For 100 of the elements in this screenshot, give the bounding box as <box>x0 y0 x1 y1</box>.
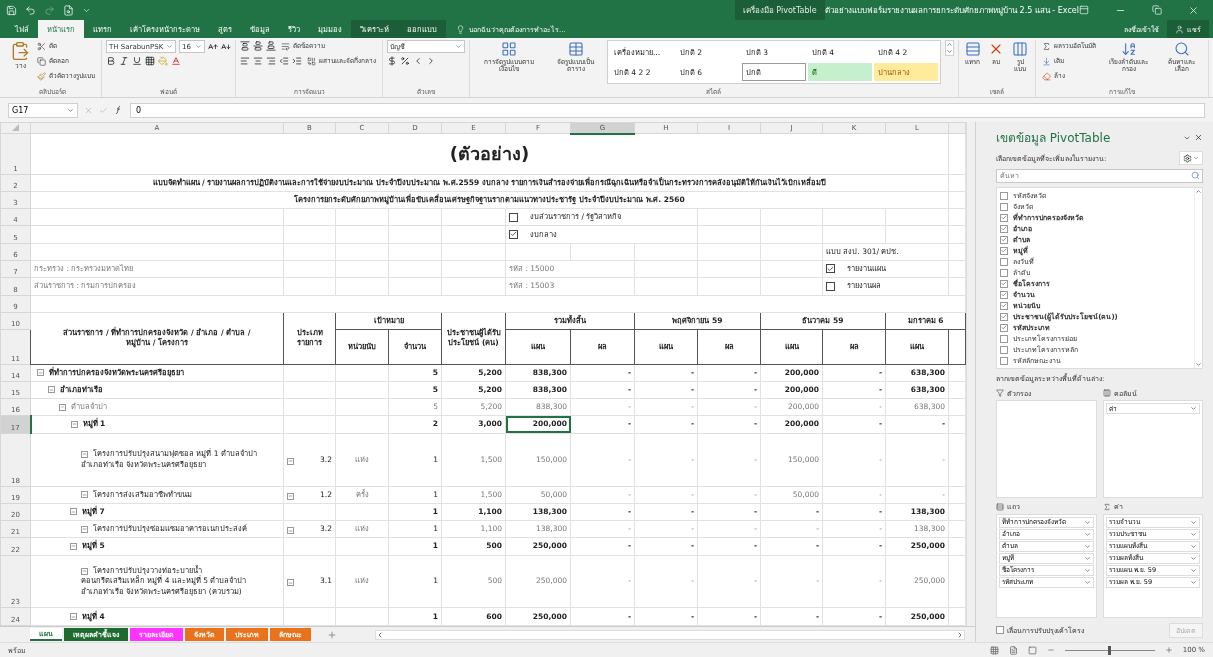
percent-icon[interactable] <box>400 56 410 66</box>
align-bottom-icon[interactable] <box>266 41 276 51</box>
collapse-icon[interactable] <box>70 542 77 550</box>
page-layout-icon[interactable] <box>1008 645 1018 655</box>
collapse-icon[interactable] <box>37 369 44 377</box>
italic-icon[interactable] <box>119 56 129 66</box>
caret-icon <box>67 106 74 114</box>
underline-icon[interactable] <box>132 56 142 66</box>
border-icon[interactable] <box>145 56 155 66</box>
page-break-icon[interactable] <box>1027 645 1037 655</box>
paintbrush-icon <box>37 71 46 81</box>
save-icon[interactable] <box>6 4 17 16</box>
align-center-icon[interactable] <box>253 56 263 66</box>
scroll-left-icon[interactable] <box>376 630 384 639</box>
cancel-icon[interactable] <box>84 105 93 115</box>
vertical-scrollbar[interactable] <box>966 122 975 626</box>
scroll-down-icon[interactable] <box>945 48 953 55</box>
checkbox[interactable] <box>1000 345 1008 354</box>
caret-icon <box>1190 405 1197 412</box>
collapse-icon[interactable] <box>81 567 88 575</box>
collapse-icon[interactable] <box>59 403 66 411</box>
increase-decimal-icon[interactable] <box>413 56 423 66</box>
add-sheet-icon[interactable] <box>327 629 337 640</box>
copy-icon <box>37 56 46 66</box>
fill-color-icon[interactable] <box>158 56 168 66</box>
collapse-icon[interactable] <box>287 579 294 587</box>
name-box[interactable]: G17 <box>8 102 78 118</box>
align-top-icon[interactable] <box>240 41 250 51</box>
align-right-icon[interactable] <box>266 56 276 66</box>
zoom-out-icon[interactable] <box>1046 646 1055 654</box>
zoom-slider-thumb[interactable] <box>1108 645 1112 655</box>
bold-icon[interactable] <box>106 56 116 66</box>
collapse-icon[interactable] <box>287 457 294 465</box>
collapse-icon[interactable] <box>70 613 77 621</box>
redo-icon[interactable] <box>44 4 55 16</box>
scroll-right-icon[interactable] <box>956 630 964 639</box>
sigma-icon <box>1042 41 1052 51</box>
font-color-icon[interactable] <box>171 56 181 66</box>
decrease-indent-icon[interactable] <box>279 56 289 66</box>
checkbox[interactable] <box>509 229 518 239</box>
collapse-icon[interactable] <box>287 492 294 500</box>
checkbox[interactable] <box>1000 224 1008 233</box>
select-all-icon[interactable] <box>12 123 19 131</box>
scroll-up-icon[interactable] <box>945 41 953 48</box>
collapse-icon[interactable] <box>70 420 78 428</box>
lightbulb-icon <box>456 24 465 34</box>
collapse-icon[interactable] <box>287 527 294 535</box>
collapse-icon[interactable] <box>81 491 88 498</box>
checkbox[interactable] <box>1000 356 1008 365</box>
grow-font-icon[interactable] <box>208 41 218 52</box>
restore-icon[interactable] <box>1152 5 1162 15</box>
checkbox[interactable] <box>1000 213 1008 222</box>
decrease-decimal-icon[interactable] <box>426 56 436 66</box>
checkbox[interactable] <box>1000 202 1008 211</box>
zoom-in-icon[interactable] <box>1164 646 1173 654</box>
horizontal-scrollbar[interactable] <box>375 629 965 640</box>
checkbox[interactable] <box>1000 279 1008 288</box>
rows-icon <box>996 502 1004 511</box>
close-icon[interactable] <box>1188 4 1199 16</box>
settings-button[interactable] <box>1179 151 1203 165</box>
increase-indent-icon[interactable] <box>292 56 302 66</box>
checkbox[interactable] <box>509 212 518 222</box>
checkbox[interactable] <box>1000 323 1008 332</box>
undo-icon[interactable] <box>25 4 36 16</box>
clipboard-icon <box>10 41 30 61</box>
checkbox[interactable] <box>1000 312 1008 321</box>
columns-icon <box>1102 389 1111 397</box>
eraser-icon <box>1042 71 1052 81</box>
checkbox[interactable] <box>996 626 1004 634</box>
align-middle-icon[interactable] <box>253 41 263 51</box>
checkbox[interactable] <box>1000 301 1008 310</box>
shrink-font-icon[interactable] <box>221 41 231 52</box>
checkbox[interactable] <box>826 281 835 291</box>
collapse-icon[interactable] <box>81 525 88 533</box>
ribbon-display-icon[interactable] <box>1079 5 1089 15</box>
checkbox[interactable] <box>826 264 835 274</box>
formula-field[interactable]: 0 <box>130 102 1205 118</box>
person-icon <box>1175 24 1184 34</box>
align-left-icon[interactable] <box>240 56 250 66</box>
collapse-icon[interactable] <box>81 450 88 458</box>
checkbox[interactable] <box>1000 246 1008 255</box>
grid-icon <box>501 41 518 57</box>
normal-view-icon[interactable] <box>989 645 999 655</box>
checkbox[interactable] <box>1000 290 1008 299</box>
checkbox[interactable] <box>1000 268 1008 277</box>
arrow-down-icon <box>1042 56 1052 66</box>
print-preview-icon[interactable] <box>63 4 74 16</box>
search-icon <box>1173 41 1190 57</box>
checkbox[interactable] <box>1000 191 1008 200</box>
collapse-icon[interactable] <box>70 508 77 516</box>
sheet-title: (ตัวอย่าง) <box>30 133 949 175</box>
scroll-up-icon[interactable] <box>1195 188 1202 195</box>
collapse-icon[interactable] <box>48 386 55 394</box>
currency-icon[interactable] <box>387 56 397 66</box>
scroll-down-icon[interactable] <box>1195 361 1202 368</box>
checkbox[interactable] <box>1000 235 1008 244</box>
close-icon[interactable] <box>1194 133 1203 142</box>
checkbox[interactable] <box>1000 334 1008 343</box>
caret-icon <box>166 43 173 50</box>
checkbox[interactable] <box>1000 257 1008 266</box>
